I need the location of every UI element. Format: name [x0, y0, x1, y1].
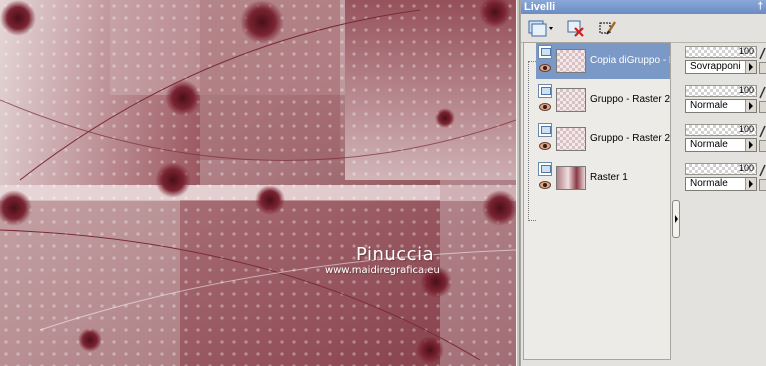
pencil-icon[interactable] [759, 85, 766, 99]
new-layer-icon [528, 20, 553, 37]
lock-icon[interactable] [759, 101, 766, 113]
layer-props-row: 100 Normale [683, 159, 766, 195]
layer-name: Gruppo - Raster 2 [590, 133, 670, 144]
lock-icon[interactable] [759, 140, 766, 152]
layer-toggle-icon[interactable] [538, 84, 552, 98]
dropdown-arrow-icon[interactable] [745, 61, 756, 73]
visibility-eye-icon[interactable] [539, 103, 551, 111]
layers-panel: Livelli † Copia diGruppo - Gruppo - Rast… [520, 0, 766, 366]
pin-icon[interactable]: † [757, 0, 763, 14]
layer-name: Gruppo - Raster 2 [590, 94, 670, 105]
layer-name: Raster 1 [590, 172, 628, 183]
blend-mode-select[interactable]: Sovrapponi [685, 60, 757, 74]
layers-toolbar [521, 14, 766, 43]
watermark-title: Pinuccia [356, 244, 435, 265]
blend-mode-select[interactable]: Normale [685, 177, 757, 191]
mask-edit-button[interactable] [597, 18, 619, 38]
layer-thumbnail [556, 88, 586, 112]
opacity-slider[interactable]: 100 [685, 85, 757, 97]
opacity-slider[interactable]: 100 [685, 46, 757, 58]
layer-toggle-icon[interactable] [538, 123, 552, 137]
artwork [0, 0, 516, 366]
pane-resize-handle[interactable] [672, 200, 680, 238]
layer-name: Copia diGruppo - Raster 2 [590, 55, 670, 66]
visibility-eye-icon[interactable] [539, 142, 551, 150]
opacity-value: 100 [738, 46, 754, 56]
mask-edit-icon [599, 21, 617, 35]
group-tree-line [528, 61, 536, 221]
watermark-url: www.maidiregrafica.eu [325, 265, 440, 276]
lock-icon[interactable] [759, 179, 766, 191]
layer-row[interactable]: Raster 1 [536, 160, 670, 196]
dropdown-arrow-icon[interactable] [745, 139, 756, 151]
dropdown-arrow-icon[interactable] [745, 100, 756, 112]
layer-row[interactable]: Gruppo - Raster 2 [536, 121, 670, 157]
blend-mode-select[interactable]: Normale [685, 99, 757, 113]
layer-toggle-icon[interactable] [538, 45, 552, 59]
image-canvas[interactable]: Pinuccia www.maidiregrafica.eu [0, 0, 516, 366]
layer-properties: 100 Sovrapponi 100 Normale 100 Normale 1… [683, 42, 766, 360]
panel-titlebar[interactable]: Livelli † [521, 0, 766, 14]
opacity-value: 100 [738, 85, 754, 95]
dropdown-arrow-icon[interactable] [745, 178, 756, 190]
opacity-value: 100 [738, 124, 754, 134]
layer-props-row: 100 Normale [683, 120, 766, 156]
layer-props-row: 100 Sovrapponi [683, 42, 766, 78]
delete-layer-icon [567, 20, 584, 37]
lock-icon[interactable] [759, 62, 766, 74]
blend-mode-value: Normale [690, 178, 728, 189]
blend-mode-select[interactable]: Normale [685, 138, 757, 152]
blend-mode-value: Sovrapponi [690, 61, 741, 72]
pencil-icon[interactable] [759, 124, 766, 138]
blend-mode-value: Normale [690, 139, 728, 150]
layer-thumbnail [556, 166, 586, 190]
opacity-value: 100 [738, 163, 754, 173]
opacity-slider[interactable]: 100 [685, 163, 757, 175]
pencil-icon[interactable] [759, 163, 766, 177]
layer-toggle-icon[interactable] [538, 162, 552, 176]
layer-thumbnail [556, 49, 586, 73]
visibility-eye-icon[interactable] [539, 64, 551, 72]
delete-layer-button[interactable] [565, 18, 587, 38]
visibility-eye-icon[interactable] [539, 181, 551, 189]
layer-row[interactable]: Copia diGruppo - Raster 2 [536, 43, 670, 79]
opacity-slider[interactable]: 100 [685, 124, 757, 136]
new-layer-button[interactable] [525, 18, 557, 38]
layer-thumbnail [556, 127, 586, 151]
blend-mode-value: Normale [690, 100, 728, 111]
layer-props-row: 100 Normale [683, 81, 766, 117]
layers-list[interactable]: Copia diGruppo - Raster 2 Gruppo - Raste… [523, 42, 671, 360]
layer-row[interactable]: Gruppo - Raster 2 [536, 82, 670, 118]
pencil-icon[interactable] [759, 46, 766, 60]
panel-title: Livelli [524, 1, 556, 13]
